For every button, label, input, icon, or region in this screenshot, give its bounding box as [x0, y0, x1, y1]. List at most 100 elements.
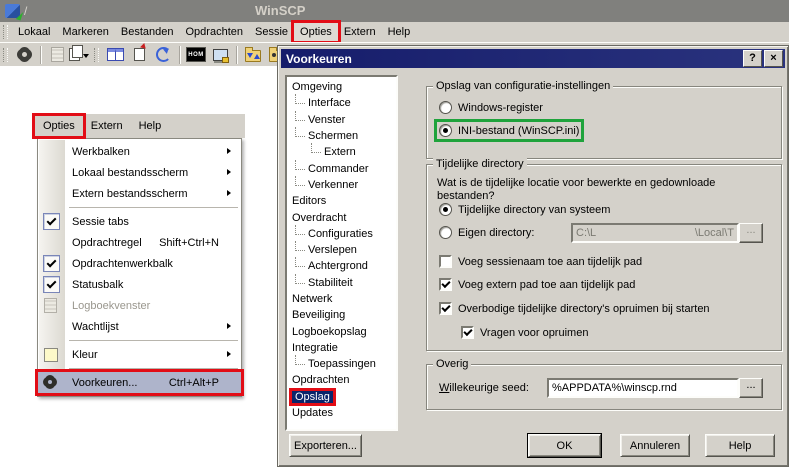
menubar-item-opdrachten[interactable]: Opdrachten — [180, 23, 249, 41]
gear-icon — [44, 376, 56, 388]
document-arrow-icon — [134, 48, 145, 61]
group-title: Tijdelijke directory — [433, 158, 527, 171]
tree-item-logboekopslag[interactable]: Logboekopslag — [287, 323, 396, 339]
checkmark-icon — [43, 213, 60, 230]
menu-item-opdrachtenwerkbalk[interactable]: Opdrachtenwerkbalk — [38, 253, 241, 274]
tree-item-achtergrond[interactable]: Achtergrond — [287, 258, 396, 274]
toolbar-doc-transfer-button[interactable] — [127, 45, 151, 65]
radio-ini-file[interactable]: INI-bestand (WinSCP.ini) — [439, 124, 579, 137]
menubar-grip[interactable] — [3, 25, 8, 39]
tree-item-schermen[interactable]: Schermen — [287, 128, 396, 144]
toolbar-grip[interactable] — [3, 48, 8, 62]
winscp-app-icon — [5, 4, 20, 18]
main-menubar: Lokaal Markeren Bestanden Opdrachten Ses… — [0, 22, 789, 42]
menu-item-opdrachtregel[interactable]: Opdrachtregel Shift+Ctrl+N — [38, 232, 241, 253]
group-title: Overig — [433, 358, 471, 371]
tree-item-updates[interactable]: Updates — [287, 405, 396, 421]
options-dropdown-menu: Werkbalken Lokaal bestandsscherm Extern … — [37, 138, 242, 397]
options-menu-bar: Opties Extern Help — [35, 114, 245, 138]
checkmark-icon — [43, 276, 60, 293]
menu-separator — [69, 368, 238, 369]
main-titlebar: / WinSCP — [0, 0, 789, 22]
log-icon — [44, 298, 57, 313]
tree-item-overdracht[interactable]: Overdracht — [287, 209, 396, 225]
tree-item-interface[interactable]: Interface — [287, 95, 396, 111]
tree-item-extern[interactable]: Extern — [287, 144, 396, 160]
home-directory-icon: HOM — [186, 47, 206, 62]
toolbar-refresh-button[interactable] — [151, 45, 175, 65]
tree-item-opslag[interactable]: Opslag — [287, 389, 396, 405]
custom-dir-field[interactable]: C:\L \Local\T — [571, 223, 739, 243]
tree-item-beveiliging[interactable]: Beveiliging — [287, 307, 396, 323]
menubar-item-sessie[interactable]: Sessie — [249, 23, 294, 41]
custom-dir-browse-button[interactable]: ... — [739, 223, 763, 243]
temp-question-line1: Wat is de tijdelijke locatie voor bewerk… — [437, 177, 715, 190]
panels-icon — [107, 48, 124, 61]
tree-item-opdrachten[interactable]: Opdrachten — [287, 372, 396, 388]
export-button[interactable]: Exporteren... — [289, 434, 362, 457]
window-title: WinSCP — [255, 3, 305, 18]
temp-directory-group: Tijdelijke directory Wat is de tijdelijk… — [426, 164, 782, 351]
menu-shortcut: Ctrl+Alt+P — [169, 377, 219, 389]
menubar-item-extern[interactable]: Extern — [83, 116, 131, 136]
tree-item-stabiliteit[interactable]: Stabiliteit — [287, 275, 396, 291]
toolbar-log-button[interactable] — [45, 45, 69, 65]
toolbar-panels-button[interactable] — [103, 45, 127, 65]
tree-item-integratie[interactable]: Integratie — [287, 340, 396, 356]
dialog-close-button[interactable]: × — [764, 50, 783, 67]
menubar-item-lokaal[interactable]: Lokaal — [12, 23, 56, 41]
sync-folders-icon — [245, 50, 261, 62]
radio-system-temp[interactable]: Tijdelijke directory van systeem — [439, 203, 610, 216]
toolbar-grip[interactable] — [94, 48, 99, 62]
menubar-item-opties[interactable]: Opties — [294, 23, 338, 41]
menu-item-voorkeuren[interactable]: Voorkeuren... Ctrl+Alt+P — [38, 372, 241, 393]
toolbar-sync-folders-button[interactable] — [241, 45, 265, 65]
dialog-help-button[interactable]: ? — [743, 50, 762, 67]
tree-item-verkenner[interactable]: Verkenner — [287, 177, 396, 193]
menu-item-lokaal-bestandsscherm[interactable]: Lokaal bestandsscherm — [38, 162, 241, 183]
tree-item-editors[interactable]: Editors — [287, 193, 396, 209]
toolbar-connect-button[interactable] — [208, 45, 232, 65]
menubar-item-bestanden[interactable]: Bestanden — [115, 23, 180, 41]
menubar-item-opties[interactable]: Opties — [35, 116, 83, 136]
menu-item-sessie-tabs[interactable]: Sessie tabs — [38, 211, 241, 232]
menu-item-kleur[interactable]: Kleur — [38, 344, 241, 365]
checkbox-session-name[interactable]: Voeg sessienaam toe aan tijdelijk pad — [439, 255, 642, 268]
submenu-arrow-icon — [227, 351, 234, 357]
tree-item-configuraties[interactable]: Configuraties — [287, 226, 396, 242]
checkbox-cleanup[interactable]: Overbodige tijdelijke directory's opruim… — [439, 302, 710, 315]
toolbar-home-button[interactable]: HOM — [184, 45, 208, 65]
menu-item-logboekvenster: Logboekvenster — [38, 295, 241, 316]
radio-icon — [439, 101, 452, 114]
seed-field[interactable]: %APPDATA%\winscp.rnd — [547, 378, 739, 398]
tree-item-netwerk[interactable]: Netwerk — [287, 291, 396, 307]
menu-shortcut: Shift+Ctrl+N — [159, 237, 219, 249]
menu-item-wachtlijst[interactable]: Wachtlijst — [38, 316, 241, 337]
toolbar-preferences-button[interactable] — [12, 45, 36, 65]
checkbox-ask-cleanup[interactable]: Vragen voor opruimen — [461, 326, 588, 339]
tree-item-venster[interactable]: Venster — [287, 112, 396, 128]
checkbox-remote-path[interactable]: Voeg extern pad toe aan tijdelijk pad — [439, 278, 635, 291]
menu-item-werkbalken[interactable]: Werkbalken — [38, 141, 241, 162]
menu-item-statusbalk[interactable]: Statusbalk — [38, 274, 241, 295]
dialog-title: Voorkeuren — [286, 52, 352, 66]
tree-item-commander[interactable]: Commander — [287, 160, 396, 176]
tree-item-omgeving[interactable]: Omgeving — [287, 79, 396, 95]
radio-windows-register[interactable]: Windows-register — [439, 101, 543, 114]
menubar-item-help[interactable]: Help — [131, 116, 170, 136]
menubar-item-extern[interactable]: Extern — [338, 23, 382, 41]
cancel-button[interactable]: Annuleren — [620, 434, 690, 457]
tree-item-toepassingen[interactable]: Toepassingen — [287, 356, 396, 372]
documents-icon — [69, 48, 80, 61]
menubar-item-markeren[interactable]: Markeren — [56, 23, 114, 41]
seed-browse-button[interactable]: ... — [739, 378, 763, 398]
seed-label: Willekeurige seed: — [439, 382, 529, 394]
ok-button[interactable]: OK — [528, 434, 601, 457]
help-button[interactable]: Help — [705, 434, 775, 457]
tree-item-verslepen[interactable]: Verslepen — [287, 242, 396, 258]
radio-custom-dir[interactable]: Eigen directory: — [439, 226, 534, 239]
toolbar-copy-button[interactable] — [69, 45, 93, 65]
group-title: Opslag van configuratie-instellingen — [433, 80, 613, 93]
menu-item-extern-bestandsscherm[interactable]: Extern bestandsscherm — [38, 183, 241, 204]
menubar-item-help[interactable]: Help — [382, 23, 417, 41]
